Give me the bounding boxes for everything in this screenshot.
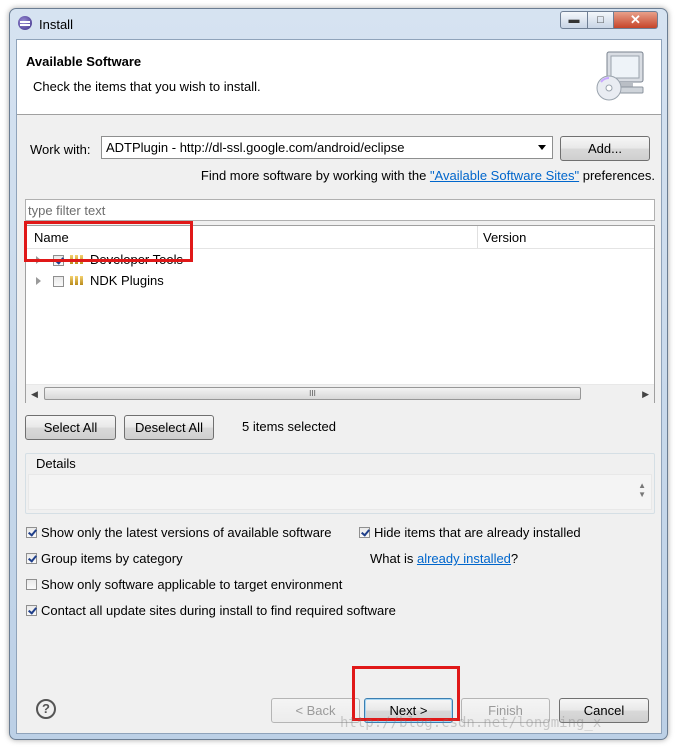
add-site-button[interactable]: Add...	[560, 136, 650, 161]
ndk-plugins-checkbox[interactable]	[53, 276, 64, 287]
chevron-down-icon[interactable]	[538, 145, 546, 150]
tree-item-label: Developer Tools	[90, 252, 183, 267]
install-computer-icon	[596, 51, 644, 101]
filter-field[interactable]	[25, 199, 655, 221]
selection-count: 5 items selected	[242, 419, 336, 434]
available-software-sites-link[interactable]: "Available Software Sites"	[430, 168, 579, 183]
work-with-label: Work with:	[30, 142, 91, 157]
hide-installed-checkbox[interactable]	[359, 527, 370, 538]
page-title: Available Software	[26, 54, 142, 69]
details-label: Details	[34, 456, 78, 471]
tree-row[interactable]: Developer Tools	[26, 250, 654, 270]
window-title: Install	[39, 17, 73, 32]
tree-item-label: NDK Plugins	[90, 273, 164, 288]
find-more-suffix: preferences.	[579, 168, 655, 183]
maximize-button[interactable]: □	[587, 11, 614, 29]
scroll-thumb[interactable]: III	[44, 387, 581, 400]
close-button[interactable]: ✕	[613, 11, 658, 29]
details-scroll-icon[interactable]: ▲ ▼	[638, 481, 646, 499]
tree-header: Name Version	[26, 226, 654, 249]
dialog-body: Available Software Check the items that …	[16, 39, 662, 734]
filter-input[interactable]	[28, 201, 648, 219]
expand-arrow-icon[interactable]	[36, 277, 41, 285]
scroll-left-icon[interactable]: ◀	[31, 389, 38, 400]
minimize-button[interactable]: ▬	[560, 11, 588, 29]
work-with-combo[interactable]: ADTPlugin - http://dl-ssl.google.com/and…	[101, 136, 553, 159]
scroll-right-icon[interactable]: ▶	[642, 389, 649, 400]
contact-sites-label[interactable]: Contact all update sites during install …	[41, 603, 396, 618]
column-divider[interactable]	[477, 226, 478, 248]
group-by-category-checkbox[interactable]	[26, 553, 37, 564]
page-description: Check the items that you wish to install…	[33, 79, 261, 94]
what-is-suffix: ?	[510, 551, 519, 566]
contact-sites-checkbox[interactable]	[26, 605, 37, 616]
developer-tools-checkbox[interactable]	[53, 255, 64, 266]
horizontal-scrollbar[interactable]: ◀ III ▶	[26, 384, 654, 403]
details-group: ▲ ▼	[25, 453, 655, 514]
column-version-header[interactable]: Version	[483, 230, 526, 245]
already-installed-link[interactable]: already installed	[417, 551, 511, 566]
watermark: http://blog.csdn.net/longming_x	[340, 715, 602, 731]
find-more-prefix: Find more software by working with the	[200, 168, 430, 183]
show-latest-checkbox[interactable]	[26, 527, 37, 538]
package-icon	[70, 276, 84, 285]
expand-arrow-icon[interactable]	[36, 256, 41, 264]
wizard-header: Available Software Check the items that …	[17, 40, 661, 115]
tree-row[interactable]: NDK Plugins	[26, 271, 654, 291]
column-name-header[interactable]: Name	[34, 230, 69, 245]
eclipse-icon	[18, 16, 32, 30]
deselect-all-button[interactable]: Deselect All	[124, 415, 214, 440]
title-bar[interactable]: Install ▬ □ ✕	[10, 9, 667, 37]
group-by-category-label[interactable]: Group items by category	[41, 551, 183, 566]
software-tree: Name Version Developer Tools NDK Plugins…	[25, 225, 655, 403]
work-with-value: ADTPlugin - http://dl-ssl.google.com/and…	[106, 140, 405, 155]
select-all-button[interactable]: Select All	[25, 415, 116, 440]
target-env-checkbox[interactable]	[26, 579, 37, 590]
find-more-text: Find more software by working with the "…	[201, 168, 655, 183]
what-is-prefix: What is	[370, 551, 417, 566]
help-icon[interactable]: ?	[36, 699, 56, 719]
show-latest-label[interactable]: Show only the latest versions of availab…	[41, 525, 332, 540]
details-text-area[interactable]: ▲ ▼	[28, 474, 652, 510]
hide-installed-label[interactable]: Hide items that are already installed	[374, 525, 581, 540]
what-is-installed-text: What is already installed?	[370, 551, 518, 566]
package-icon	[70, 255, 84, 264]
target-env-label[interactable]: Show only software applicable to target …	[41, 577, 342, 592]
install-window: Install ▬ □ ✕ Available Software Check t…	[9, 8, 668, 740]
